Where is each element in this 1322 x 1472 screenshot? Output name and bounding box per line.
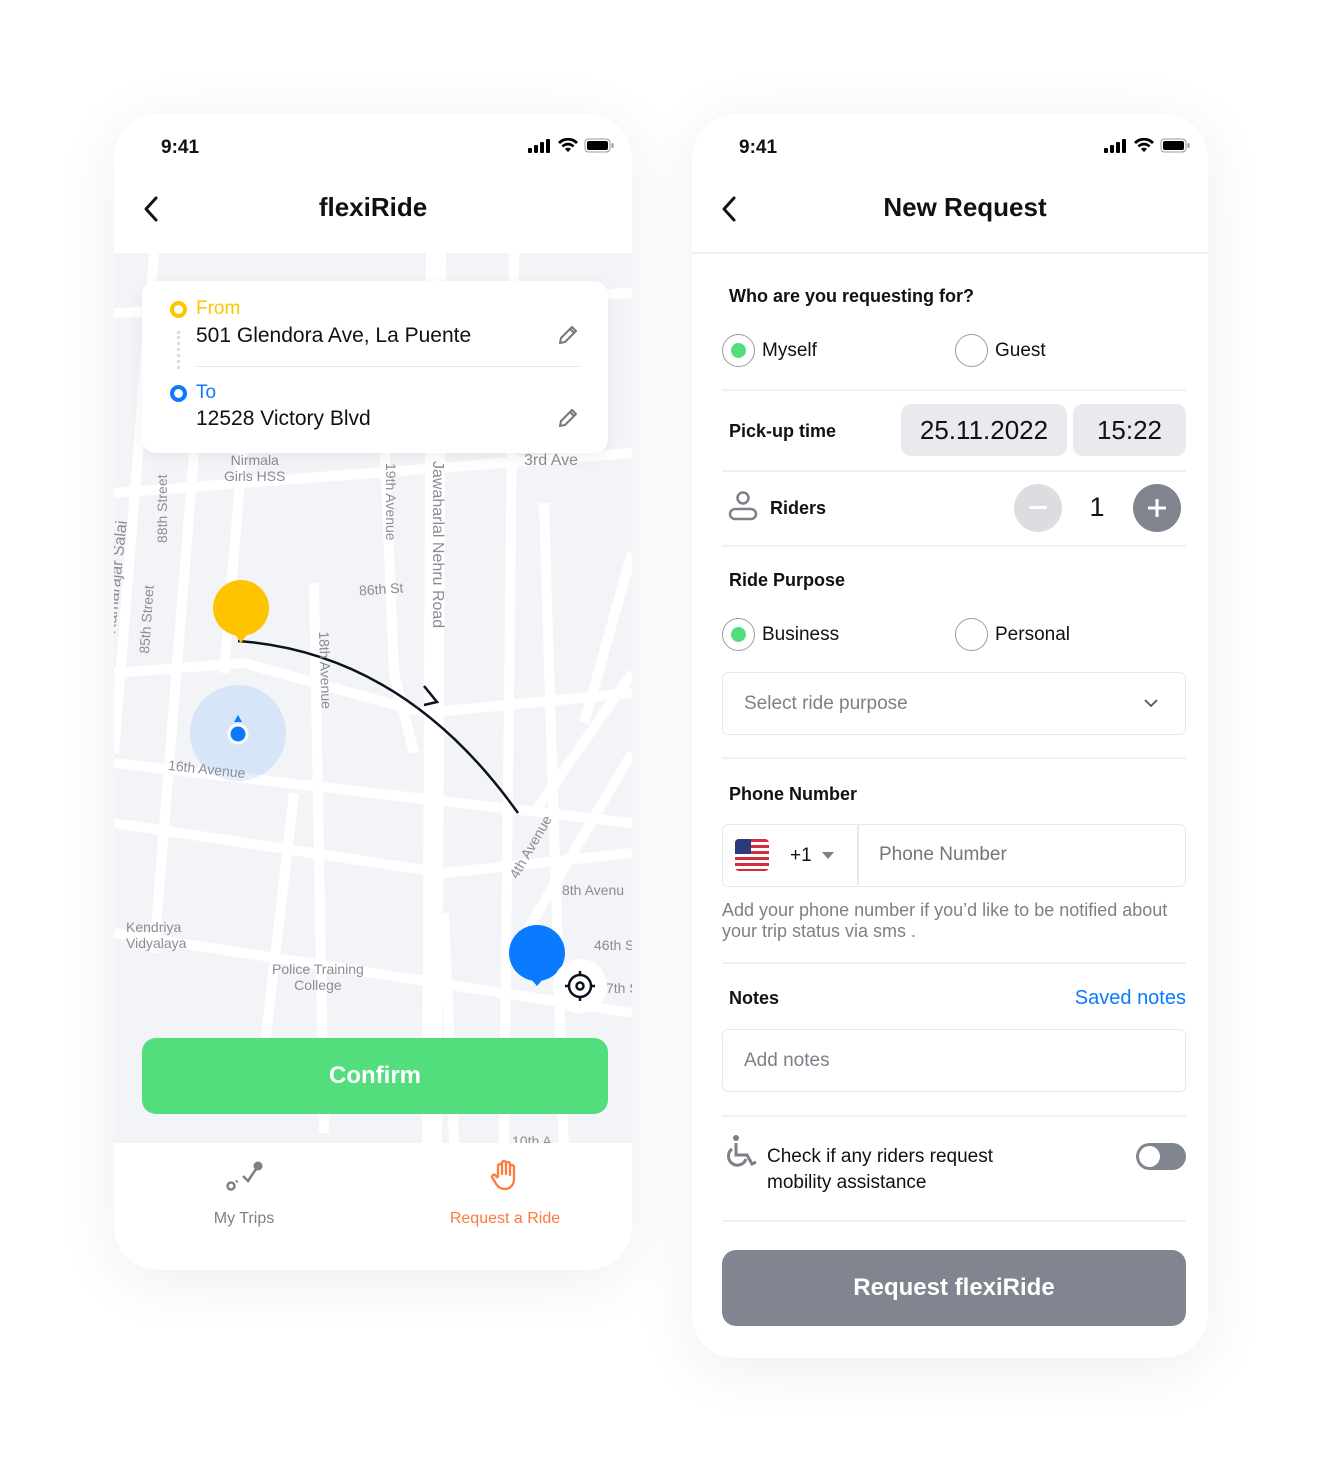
- notes-input[interactable]: Add notes: [722, 1029, 1186, 1092]
- riders-count: 1: [1089, 492, 1105, 522]
- request-flexiride-button[interactable]: Request flexiRide: [722, 1250, 1186, 1326]
- notes-placeholder: Add notes: [744, 1050, 830, 1071]
- map-label: Nirmala Girls HSS: [224, 452, 286, 485]
- radio-label: Myself: [762, 340, 817, 361]
- status-icons: [1104, 138, 1190, 153]
- route-card: From 501 Glendora Ave, La Puente To 1252…: [142, 281, 608, 453]
- phone-hint: Add your phone number if you’d like to b…: [722, 900, 1168, 941]
- map-label: 7th S: [606, 980, 632, 996]
- from-address[interactable]: 501 Glendora Ave, La Puente: [196, 324, 471, 348]
- map-screen: 9:41 flexiRide Nirmala Girls HSS 3rd Ave…: [114, 114, 632, 1270]
- battery-icon: [1160, 138, 1190, 153]
- toggle-knob: [1139, 1146, 1160, 1167]
- radio-myself[interactable]: [722, 334, 755, 367]
- confirm-button[interactable]: Confirm: [142, 1038, 608, 1114]
- radio-guest[interactable]: [955, 334, 988, 367]
- map-label: Jawaharlal Nehru Road: [429, 461, 446, 629]
- to-marker-icon: [170, 385, 187, 402]
- mobility-label: Check if any riders request mobility ass…: [767, 1146, 993, 1193]
- person-icon: [728, 491, 758, 521]
- select-placeholder: Select ride purpose: [744, 693, 908, 714]
- divider: [196, 366, 580, 367]
- radio-personal[interactable]: [955, 618, 988, 651]
- chevron-down-icon: [1144, 699, 1158, 708]
- locate-me-button[interactable]: [553, 959, 607, 1013]
- saved-notes-link[interactable]: Saved notes: [1075, 987, 1186, 1010]
- divider: [722, 1115, 1186, 1117]
- bottom-nav: My Trips Request a Ride: [114, 1143, 632, 1270]
- decrement-riders-button[interactable]: [1014, 484, 1062, 532]
- increment-riders-button[interactable]: [1133, 484, 1181, 532]
- hand-icon: [490, 1159, 516, 1191]
- divider: [722, 470, 1186, 472]
- nav-request-ride[interactable]: Request a Ride: [405, 1157, 605, 1228]
- mobility-toggle[interactable]: [1136, 1143, 1186, 1170]
- route-dots: [177, 331, 180, 369]
- divider: [722, 389, 1186, 391]
- to-address[interactable]: 12528 Victory Blvd: [196, 407, 371, 431]
- map-label: 46th S: [594, 937, 632, 953]
- battery-icon: [584, 138, 614, 153]
- map-label: 88th Street: [154, 474, 170, 544]
- radio-label: Guest: [995, 340, 1046, 361]
- map-label: 18th Avenue: [316, 631, 335, 710]
- pickup-date[interactable]: 25.11.2022: [901, 404, 1067, 456]
- page-title: New Request: [883, 192, 1047, 222]
- divider: [722, 962, 1186, 964]
- wifi-icon: [1134, 138, 1154, 152]
- new-request-screen: 9:41 New Request Who are you requesting …: [692, 114, 1208, 1358]
- map-label: 3rd Ave: [524, 452, 578, 469]
- country-code: +1: [790, 845, 812, 866]
- status-time: 9:41: [161, 137, 200, 158]
- to-label: To: [196, 382, 217, 403]
- pickup-time[interactable]: 15:22: [1073, 404, 1186, 456]
- nav-label: Request a Ride: [449, 1210, 561, 1227]
- wifi-icon: [558, 138, 578, 152]
- nav-my-trips[interactable]: My Trips: [144, 1157, 344, 1228]
- app-title: flexiRide: [318, 192, 428, 222]
- radio-label: Business: [762, 624, 840, 645]
- signal-icon: [528, 138, 550, 153]
- status-icons: [528, 138, 614, 153]
- wheelchair-icon: [727, 1135, 757, 1167]
- map-label: 19th Avenue: [383, 463, 399, 541]
- header-divider: [692, 252, 1208, 254]
- nav-label: My Trips: [213, 1210, 275, 1227]
- status-time: 9:41: [739, 137, 778, 158]
- ride-purpose-select[interactable]: Select ride purpose: [722, 672, 1186, 735]
- caret-down-icon: [822, 852, 834, 859]
- minus-icon: [1029, 506, 1047, 509]
- route-icon: [226, 1161, 263, 1191]
- edit-to-icon[interactable]: [556, 406, 580, 430]
- signal-icon: [1104, 138, 1126, 153]
- map-label: 86th St: [358, 579, 404, 599]
- from-label: From: [196, 298, 241, 319]
- radio-label: Personal: [995, 624, 1070, 645]
- divider: [722, 757, 1186, 759]
- phone-field: +1: [722, 824, 1186, 887]
- requesting-for-heading: Who are you requesting for?: [729, 286, 975, 306]
- ride-purpose-heading: Ride Purpose: [729, 570, 846, 590]
- map-label: Kendriya Vidyalaya: [126, 919, 187, 952]
- radio-business[interactable]: [722, 618, 755, 651]
- divider: [722, 1220, 1186, 1222]
- edit-from-icon[interactable]: [556, 323, 580, 347]
- divider: [722, 545, 1186, 547]
- from-marker-icon: [170, 301, 187, 318]
- map-label: 8th Avenu: [562, 882, 625, 898]
- country-code-select[interactable]: +1: [723, 825, 857, 885]
- phone-heading: Phone Number: [729, 784, 858, 804]
- map-label: Police Training College: [272, 961, 364, 994]
- plus-icon: [1148, 499, 1166, 517]
- phone-number-input[interactable]: [858, 825, 1184, 885]
- crosshair-icon: [565, 971, 595, 1001]
